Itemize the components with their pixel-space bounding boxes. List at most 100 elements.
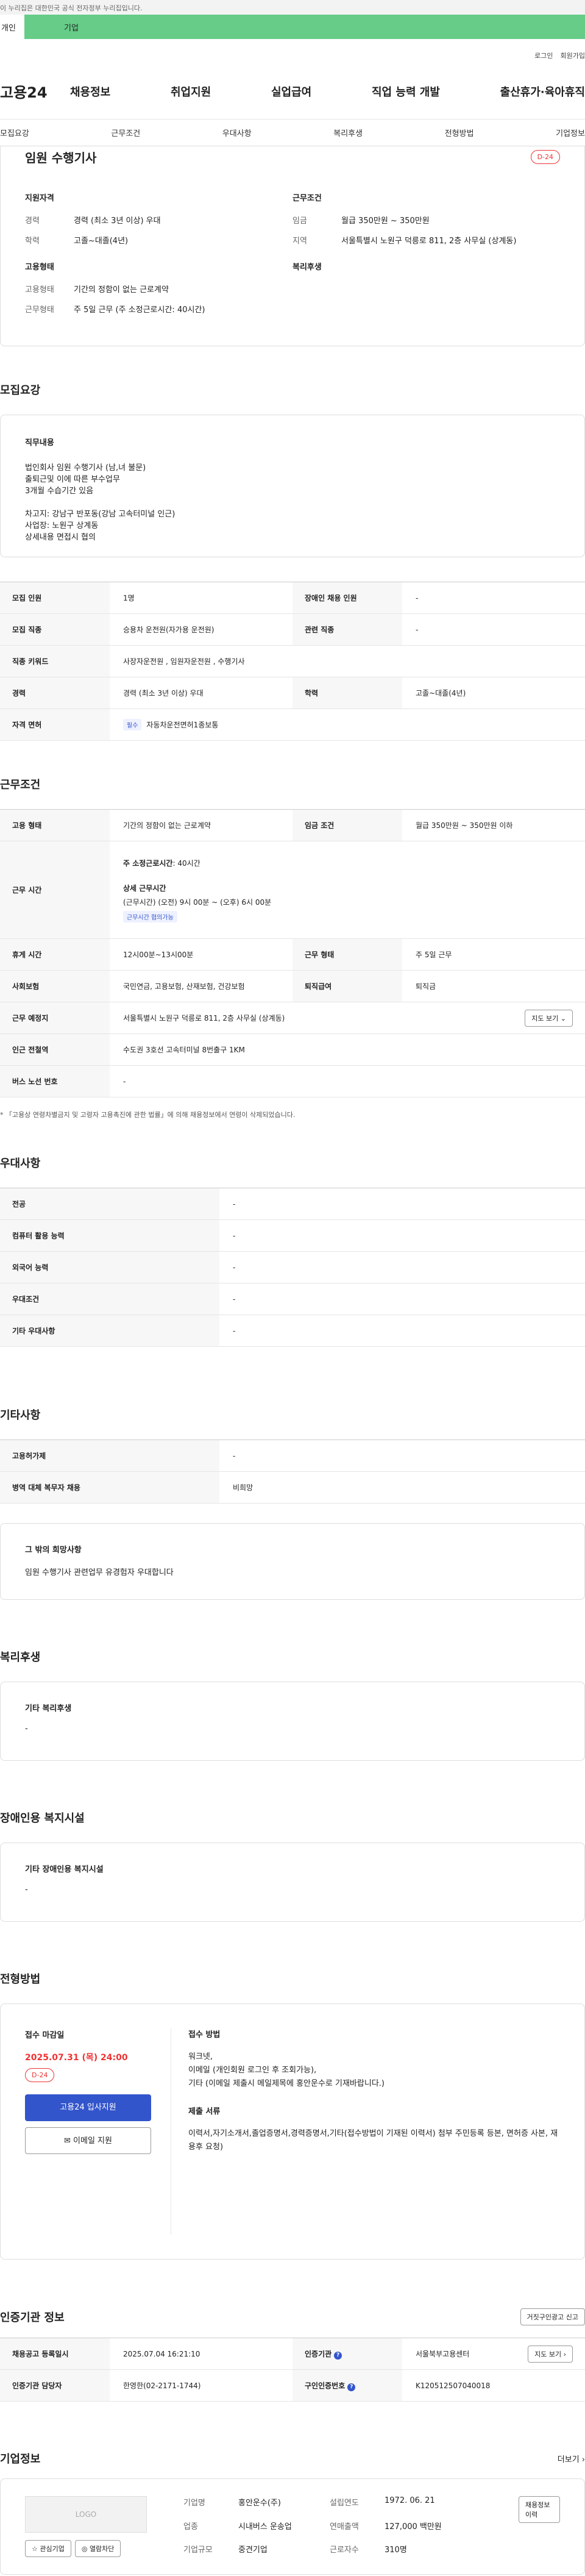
recruit-title: 모집요강 <box>0 384 41 397</box>
td: 2025.07.04 16:21:10 <box>110 2338 292 2370</box>
th: 직종 키워드 <box>0 645 110 677</box>
table-row: 사회보험 국민연금, 고용보험, 산재보험, 건강보험 퇴직급여 퇴직금 <box>0 970 585 1002</box>
agency-name: 서울북부고용센터 <box>416 2350 470 2358</box>
signup-link[interactable]: 회원가입 <box>561 51 585 60</box>
method-line: 이메일 (개인회원 로그인 후 조회가능), <box>188 2066 317 2075</box>
apply-button[interactable]: 고용24 입사지원 <box>25 2094 151 2121</box>
more-link[interactable]: 더보기 › <box>558 2453 585 2464</box>
welfare-sub: 기타 복리후생 <box>25 1704 72 1713</box>
tab-pref[interactable]: 우대사항 <box>222 127 252 138</box>
th: 고용 형태 <box>0 809 110 841</box>
td: - <box>219 1440 585 1472</box>
site-logo[interactable]: 고용24 <box>0 80 70 102</box>
td: - <box>402 582 585 614</box>
gov-notice-bar: 이 누리집은 대한민국 공식 전자정부 누리집입니다. <box>0 0 585 15</box>
welfare-summary-title: 복리후생 <box>292 263 322 272</box>
report-button[interactable]: 거짓구인광고 신고 <box>520 2308 585 2325</box>
fav-button[interactable]: ☆ 관심기업 <box>25 2540 71 2557</box>
hours-val: : 40시간 <box>172 858 200 868</box>
login-link[interactable]: 로그인 <box>534 51 553 60</box>
company-card: LOGO ☆ 관심기업 ◎ 열람차단 기업명 홍안운수(주) 설립연도 1972. 0… <box>0 2478 585 2575</box>
gnb-jobs[interactable]: 채용정보 <box>70 84 110 99</box>
emp-k0: 고용형태 <box>25 285 54 294</box>
tab-work[interactable]: 근무조건 <box>111 127 140 138</box>
info-icon[interactable]: ? <box>334 2351 342 2360</box>
job-history-button[interactable]: 채용정보 이력 <box>519 2496 560 2523</box>
desc-title: 직무내용 <box>25 438 54 448</box>
ck: 설립연도 <box>330 2499 359 2508</box>
welfare-title: 복리후생 <box>0 1651 41 1664</box>
cond-v1: 서울특별시 노원구 덕릉로 811, 2층 사무실 (상계동) <box>341 237 517 246</box>
gnb-benefit[interactable]: 실업급여 <box>271 84 311 99</box>
th: 외국어 능력 <box>0 1251 219 1283</box>
company-title: 기업정보 <box>0 2453 41 2466</box>
td: 국민연금, 고용보험, 산재보험, 건강보험 <box>110 970 292 1002</box>
th: 휴게 시간 <box>0 938 110 971</box>
th: 자격 면허 <box>0 708 110 741</box>
desc-line: 사업장: 노원구 상계동 <box>25 521 99 530</box>
table-row: 병역 대체 복무자 채용 비희망 <box>0 1471 585 1504</box>
emp-v1: 주 5일 근무 (주 소정근로시간: 40시간) <box>74 305 205 315</box>
tab-individual[interactable]: 개인 <box>0 21 24 33</box>
td: - <box>219 1188 585 1220</box>
cond-k0: 임금 <box>292 216 307 226</box>
desc-line: 출퇴근및 이에 따른 부수업무 <box>25 475 120 484</box>
hours-label: 주 소정근로시간 <box>123 858 173 868</box>
tab-company[interactable]: 기업 <box>24 15 585 39</box>
th: 인근 전철역 <box>0 1033 110 1066</box>
th: 우대조건 <box>0 1283 219 1315</box>
agency-map-button[interactable]: 지도 보기 › <box>528 2345 573 2363</box>
dday-badge: D-24 <box>530 149 560 164</box>
disab-sub: 기타 장애인용 복지시설 <box>25 1865 104 1874</box>
td: - <box>219 1315 585 1347</box>
desc-line: 3개월 수습기간 있음 <box>25 487 94 496</box>
td: 필수 자동차운전면허1종보통 <box>110 708 585 741</box>
docs-title: 제출 서류 <box>188 2107 221 2116</box>
td: 주 5일 근무 <box>402 938 585 971</box>
screen-title: 전형방법 <box>0 1973 41 1986</box>
cv: 1972. 06. 21 <box>385 2496 435 2505</box>
email-apply-label: 이메일 지원 <box>73 2136 112 2146</box>
cv: 시내버스 운송업 <box>238 2522 292 2531</box>
td: 수도권 3호선 고속터미널 8번출구 1KM <box>110 1033 585 1066</box>
th: 인증기관 담당자 <box>0 2369 110 2402</box>
etc-table: 고용허가제 - 병역 대체 복무자 채용 비희망 <box>0 1440 585 1504</box>
block-button[interactable]: ◎ 열람차단 <box>74 2540 121 2557</box>
work-title: 근무조건 <box>0 779 41 791</box>
method-line: 워크넷, <box>188 2052 213 2061</box>
map-button[interactable]: 지도 보기 ⌄ <box>525 1009 573 1027</box>
table-row: 고용 형태 기간의 정함이 없는 근로계약 임금 조건 월급 350만원 ~ 350만… <box>0 809 585 841</box>
gnb-support[interactable]: 취업지원 <box>171 84 211 99</box>
th: 모집 인원 <box>0 582 110 614</box>
qual-v0: 경력 (최소 3년 이상) 우대 <box>74 216 161 226</box>
method-line: 기타 (이메일 제출시 메일제목에 홍안운수로 기재바랍니다.) <box>188 2079 385 2088</box>
tab-company-info[interactable]: 기업정보 <box>556 127 585 138</box>
tab-welfare[interactable]: 복리후생 <box>333 127 363 138</box>
table-row: 전공 - <box>0 1188 585 1220</box>
th: 경력 <box>0 677 110 709</box>
agency-table: 채용공고 등록일시 2025.07.04 16:21:10 인증기관? 서울북부고용센… <box>0 2338 585 2402</box>
td: - <box>219 1283 585 1315</box>
docs: 이력서,자기소개서,졸업증명서,경력증명서,기타(접수방법이 기재된 이력서) … <box>188 2129 558 2152</box>
td: 주 소정근로시간: 40시간 상세 근무시간 (근무시간) (오전) 9시 00… <box>110 841 585 939</box>
table-row: 모집 인원 1명 장애인 채용 인원 - <box>0 582 585 614</box>
pref-table: 전공 - 컴퓨터 활용 능력 - 외국어 능력 - 우대조건 - 기타 우대사항 - <box>0 1188 585 1347</box>
qual-title: 지원자격 <box>25 194 54 203</box>
hope-title: 그 밖의 희망사항 <box>25 1546 82 1555</box>
gnb-leave[interactable]: 출산휴가·육아휴직 <box>500 84 585 99</box>
th: 모집 직종 <box>0 613 110 646</box>
tab-screen[interactable]: 전형방법 <box>445 127 474 138</box>
email-apply-button[interactable]: ✉ 이메일 지원 <box>25 2127 151 2154</box>
util-menu: 로그인 회원가입 <box>0 48 585 63</box>
agency-title: 인증기관 정보 <box>0 2311 65 2324</box>
th: 구인인증번호? <box>292 2369 402 2402</box>
info-icon[interactable]: ? <box>347 2383 356 2391</box>
td: - <box>110 1065 585 1097</box>
tab-recruit[interactable]: 모집요강 <box>0 127 29 138</box>
td: 승용차 운전원(자가용 운전원) <box>110 613 292 646</box>
table-row: 모집 직종 승용차 운전원(자가용 운전원) 관련 직종 - <box>0 613 585 646</box>
gnb-training[interactable]: 직업 능력 개발 <box>372 84 440 99</box>
th: 채용공고 등록일시 <box>0 2338 110 2370</box>
td: 사장자운전원 , 임원자운전원 , 수행기사 <box>110 645 585 677</box>
cv: 중견기업 <box>238 2546 268 2555</box>
